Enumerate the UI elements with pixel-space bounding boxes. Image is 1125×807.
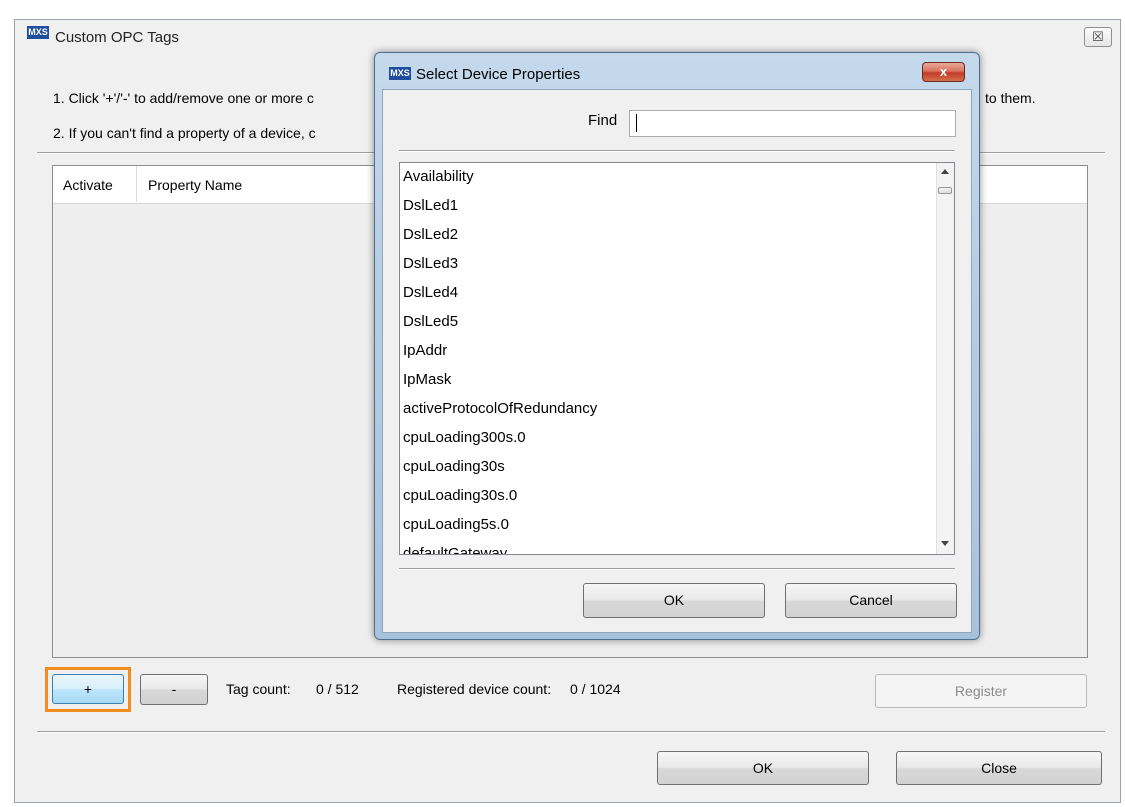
scroll-down-icon[interactable] <box>941 541 949 546</box>
list-item[interactable]: IpAddr <box>403 342 447 359</box>
list-item[interactable]: DslLed2 <box>403 226 458 243</box>
device-count-value: 0 / 1024 <box>570 681 621 697</box>
list-item[interactable]: cpuLoading5s.0 <box>403 516 509 533</box>
list-item[interactable]: DslLed1 <box>403 197 458 214</box>
ok-button[interactable]: OK <box>657 751 869 785</box>
device-count-label: Registered device count: <box>397 681 552 697</box>
dialog-body: Find Availability DslLed1 DslLed2 DslLed… <box>382 89 972 633</box>
instruction-2: 2. If you can't find a property of a dev… <box>53 125 316 141</box>
dialog-top-separator <box>399 150 955 152</box>
window-title: Custom OPC Tags <box>55 29 179 46</box>
title-bar: MXS Custom OPC Tags ☒ <box>15 20 1120 54</box>
list-item[interactable]: cpuLoading30s <box>403 458 505 475</box>
close-window-button[interactable]: ☒ <box>1084 27 1112 47</box>
remove-tag-button[interactable]: - <box>140 674 208 705</box>
column-property-name[interactable]: Property Name <box>148 177 242 193</box>
dialog-bottom-separator <box>399 568 955 570</box>
property-list[interactable]: Availability DslLed1 DslLed2 DslLed3 Dsl… <box>399 162 955 555</box>
tag-count-value: 0 / 512 <box>316 681 359 697</box>
tag-count-label: Tag count: <box>226 681 291 697</box>
register-button[interactable]: Register <box>875 674 1087 708</box>
list-item[interactable]: cpuLoading30s.0 <box>403 487 517 504</box>
dialog-close-button[interactable]: x <box>922 62 965 82</box>
list-item[interactable]: IpMask <box>403 371 451 388</box>
dialog-cancel-button[interactable]: Cancel <box>785 583 957 618</box>
instruction-1-tail: to them. <box>985 90 1036 106</box>
list-item[interactable]: DslLed5 <box>403 313 458 330</box>
close-icon: ☒ <box>1092 29 1104 44</box>
scroll-up-icon[interactable] <box>941 169 949 174</box>
dialog-ok-button[interactable]: OK <box>583 583 765 618</box>
scroll-thumb[interactable] <box>938 187 952 194</box>
app-logo-icon: MXS <box>27 26 49 39</box>
column-divider <box>136 166 137 202</box>
instruction-1: 1. Click '+'/'-' to add/remove one or mo… <box>53 90 314 106</box>
close-button[interactable]: Close <box>896 751 1102 785</box>
find-label: Find <box>588 112 618 129</box>
find-input[interactable] <box>629 110 956 137</box>
vertical-scrollbar[interactable] <box>936 163 954 554</box>
list-item[interactable]: DslLed3 <box>403 255 458 272</box>
add-tag-button[interactable]: + <box>52 674 124 704</box>
close-icon: x <box>939 64 948 79</box>
select-device-properties-dialog: MXS Select Device Properties x Find Avai… <box>374 52 980 640</box>
list-item[interactable]: DslLed4 <box>403 284 458 301</box>
dialog-title: Select Device Properties <box>416 66 581 83</box>
column-activate[interactable]: Activate <box>63 177 113 193</box>
list-item[interactable]: cpuLoading300s.0 <box>403 429 526 446</box>
list-item[interactable]: defaultGateway <box>403 545 507 554</box>
list-item[interactable]: Availability <box>403 168 474 185</box>
list-item[interactable]: activeProtocolOfRedundancy <box>403 400 597 417</box>
bottom-separator <box>37 731 1105 733</box>
text-caret <box>636 114 637 132</box>
app-logo-icon: MXS <box>389 67 411 80</box>
